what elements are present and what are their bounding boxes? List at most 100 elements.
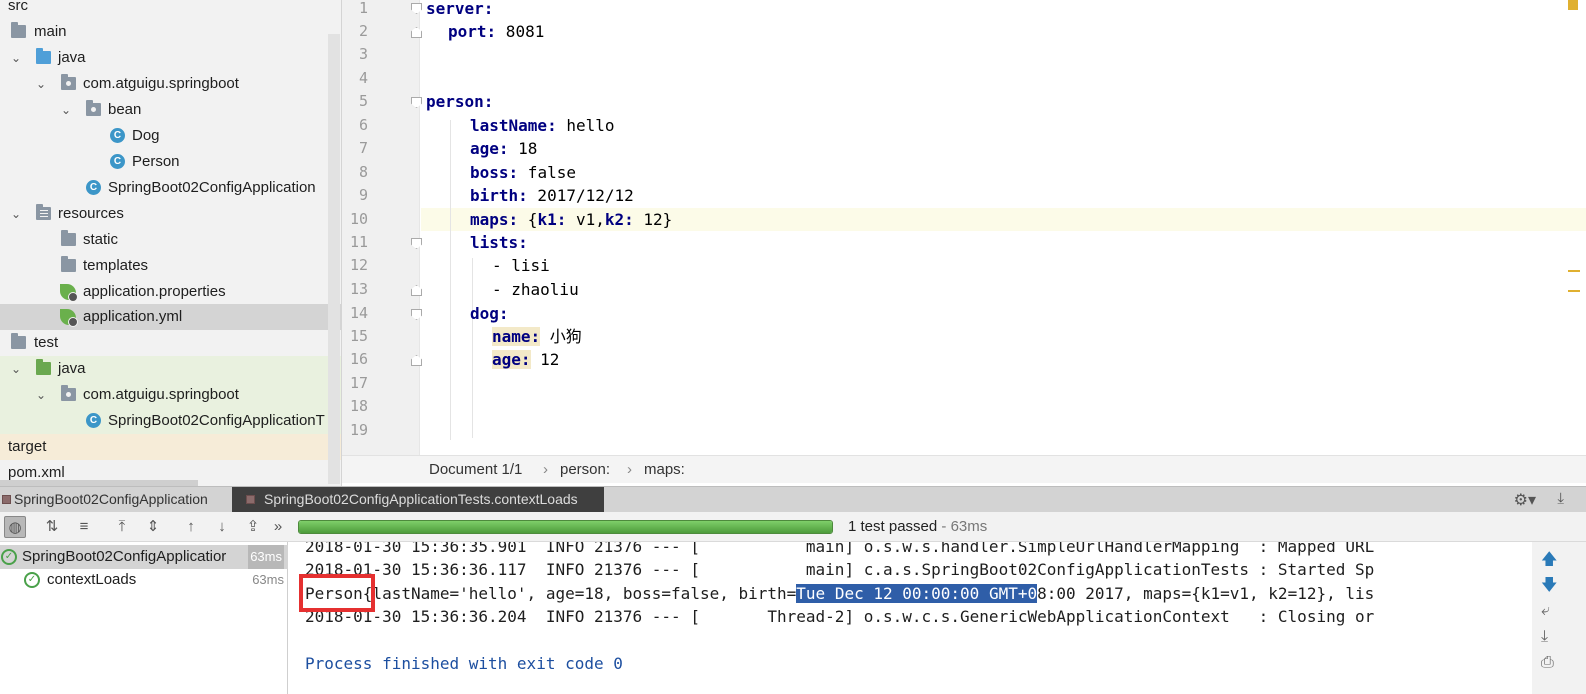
chevron-down-icon[interactable]: ⌄ — [61, 97, 73, 123]
fold-open-icon[interactable] — [411, 238, 422, 249]
line-number: 3 — [358, 45, 368, 63]
chevron-down-icon[interactable]: ⌄ — [11, 45, 23, 71]
yaml-value: false — [518, 163, 576, 182]
code-line: lists: — [470, 231, 528, 254]
tree-item-package[interactable]: ⌄ com.atguigu.springboot — [0, 71, 341, 97]
sort-alpha-icon[interactable]: ⇅ — [41, 516, 63, 538]
tree-item-target[interactable]: target — [0, 434, 341, 460]
warning-marker[interactable] — [1568, 0, 1578, 10]
hide-panel-icon[interactable]: ⤓ — [1557, 490, 1564, 507]
indent-guide — [450, 120, 451, 440]
breadcrumb-item[interactable]: Document 1/1 — [429, 461, 522, 478]
run-tab-tests[interactable]: SpringBoot02ConfigApplicationTests.conte… — [232, 487, 604, 513]
line-number: 1 — [358, 0, 368, 17]
tree-item-person[interactable]: C Person — [0, 149, 341, 175]
yaml-value: 12 — [530, 350, 560, 369]
yaml-value: v1, — [566, 210, 605, 229]
yaml-key: person: — [426, 92, 494, 111]
line-number: 6 — [358, 116, 368, 134]
console-text: 8:00 2017, maps={k1=v1, k2=12}, lis — [1037, 584, 1375, 603]
fold-close-icon[interactable] — [411, 27, 422, 38]
yaml-key: name: — [492, 327, 541, 346]
expand-all-icon[interactable]: ⤒ — [111, 516, 133, 538]
scroll-down-icon[interactable]: 🡇 — [1541, 574, 1557, 601]
fold-close-icon[interactable] — [411, 355, 422, 366]
more-icon[interactable]: » — [267, 516, 289, 538]
tree-item-application-class[interactable]: C SpringBoot02ConfigApplication — [0, 175, 341, 201]
yaml-key: dog: — [470, 304, 509, 323]
chevron-down-icon[interactable]: ⌄ — [11, 201, 23, 227]
line-number: 4 — [358, 69, 368, 87]
tree-item-resources[interactable]: ⌄ resources — [0, 201, 341, 227]
tree-item-test-class[interactable]: C SpringBoot02ConfigApplicationT — [0, 408, 341, 434]
sort-duration-icon[interactable]: ≡ — [73, 516, 95, 538]
tree-item-main[interactable]: main — [0, 19, 341, 45]
class-icon: C — [110, 154, 125, 169]
code-line: server: — [426, 0, 493, 20]
soft-wrap-icon[interactable]: ⤶ — [1541, 602, 1550, 620]
arrow-up-icon[interactable]: ↑ — [180, 516, 202, 538]
yaml-value: { — [518, 210, 538, 229]
scroll-up-icon[interactable]: 🡅 — [1541, 548, 1557, 575]
fold-close-icon[interactable] — [411, 285, 422, 296]
fold-open-icon[interactable] — [411, 309, 422, 320]
console-output[interactable]: 2018-01-30 15:36:35.901 INFO 21376 --- [… — [289, 542, 1532, 694]
line-number: 2 — [358, 22, 368, 40]
test-duration: - 63ms — [937, 518, 988, 535]
tree-vertical-scrollbar[interactable] — [328, 34, 340, 484]
tree-item-test-java[interactable]: ⌄ java — [0, 356, 341, 382]
show-passed-icon[interactable]: ◍ — [4, 516, 26, 538]
code-editor[interactable]: 1 2 3 4 5 6 7 8 9 10 11 12 13 14 15 16 1… — [342, 0, 1586, 486]
line-number: 19 — [349, 421, 368, 439]
print-icon[interactable]: ⎙ — [1541, 654, 1554, 672]
line-number: 16 — [349, 350, 368, 368]
tree-item-test[interactable]: test — [0, 330, 341, 356]
tree-item-test-package[interactable]: ⌄ com.atguigu.springboot — [0, 382, 341, 408]
error-stripe-mark[interactable] — [1568, 270, 1580, 272]
yaml-key: port: — [448, 22, 497, 41]
package-icon — [61, 74, 76, 90]
tree-item-application-yml[interactable]: application.yml — [0, 304, 341, 330]
error-stripe-mark[interactable] — [1568, 290, 1580, 292]
collapse-all-icon[interactable]: ⇕ — [142, 516, 164, 538]
line-number: 10 — [349, 210, 368, 228]
tree-item-static[interactable]: static — [0, 227, 341, 253]
tree-item-java[interactable]: ⌄ java — [0, 45, 341, 71]
test-case-row[interactable]: ✓ contextLoads 63ms — [0, 568, 288, 592]
tree-item-label: SpringBoot02ConfigApplicationT — [108, 412, 325, 429]
tree-item-bean[interactable]: ⌄ bean — [0, 97, 341, 123]
gear-icon[interactable]: ⚙▾ — [1514, 490, 1536, 510]
scroll-to-end-icon[interactable]: ⤓ — [1541, 628, 1548, 646]
breadcrumb-item[interactable]: maps: — [644, 461, 685, 478]
fold-open-icon[interactable] — [411, 3, 422, 14]
tree-item-templates[interactable]: templates — [0, 253, 341, 279]
export-icon[interactable]: ⇪ — [242, 516, 264, 538]
chevron-down-icon[interactable]: ⌄ — [11, 356, 23, 382]
tree-item-src[interactable]: src — [0, 0, 341, 19]
code-line: - lisi — [492, 254, 550, 277]
resources-folder-icon — [36, 204, 51, 220]
folder-icon — [11, 333, 26, 349]
code-line: name: 小狗 — [492, 325, 582, 348]
package-icon — [61, 385, 76, 401]
yaml-key: lists: — [470, 233, 528, 252]
run-tab-application[interactable]: SpringBoot02ConfigApplication — [0, 487, 230, 513]
chevron-down-icon[interactable]: ⌄ — [36, 71, 48, 97]
line-number: 15 — [349, 327, 368, 345]
run-config-icon — [2, 495, 11, 504]
console-line: 2018-01-30 15:36:36.204 INFO 21376 --- [… — [305, 607, 1375, 626]
yaml-value: 18 — [508, 139, 538, 158]
fold-open-icon[interactable] — [411, 97, 422, 108]
arrow-down-icon[interactable]: ↓ — [211, 516, 233, 538]
chevron-down-icon[interactable]: ⌄ — [36, 382, 48, 408]
code-line: age: 12 — [492, 348, 559, 371]
tree-item-label: application.yml — [83, 308, 183, 325]
tree-item-dog[interactable]: C Dog — [0, 123, 341, 149]
code-line: maps: {k1: v1,k2: 12} — [470, 208, 672, 231]
tree-item-application-properties[interactable]: application.properties — [0, 279, 341, 305]
test-folder-icon — [36, 359, 51, 375]
test-suite-row[interactable]: ✓ SpringBoot02ConfigApplicatior 63ms — [0, 545, 288, 569]
console-line: Person{lastName='hello', age=18, boss=fa… — [305, 582, 1374, 605]
progress-fill — [299, 521, 832, 533]
breadcrumb-item[interactable]: person: — [560, 461, 610, 478]
